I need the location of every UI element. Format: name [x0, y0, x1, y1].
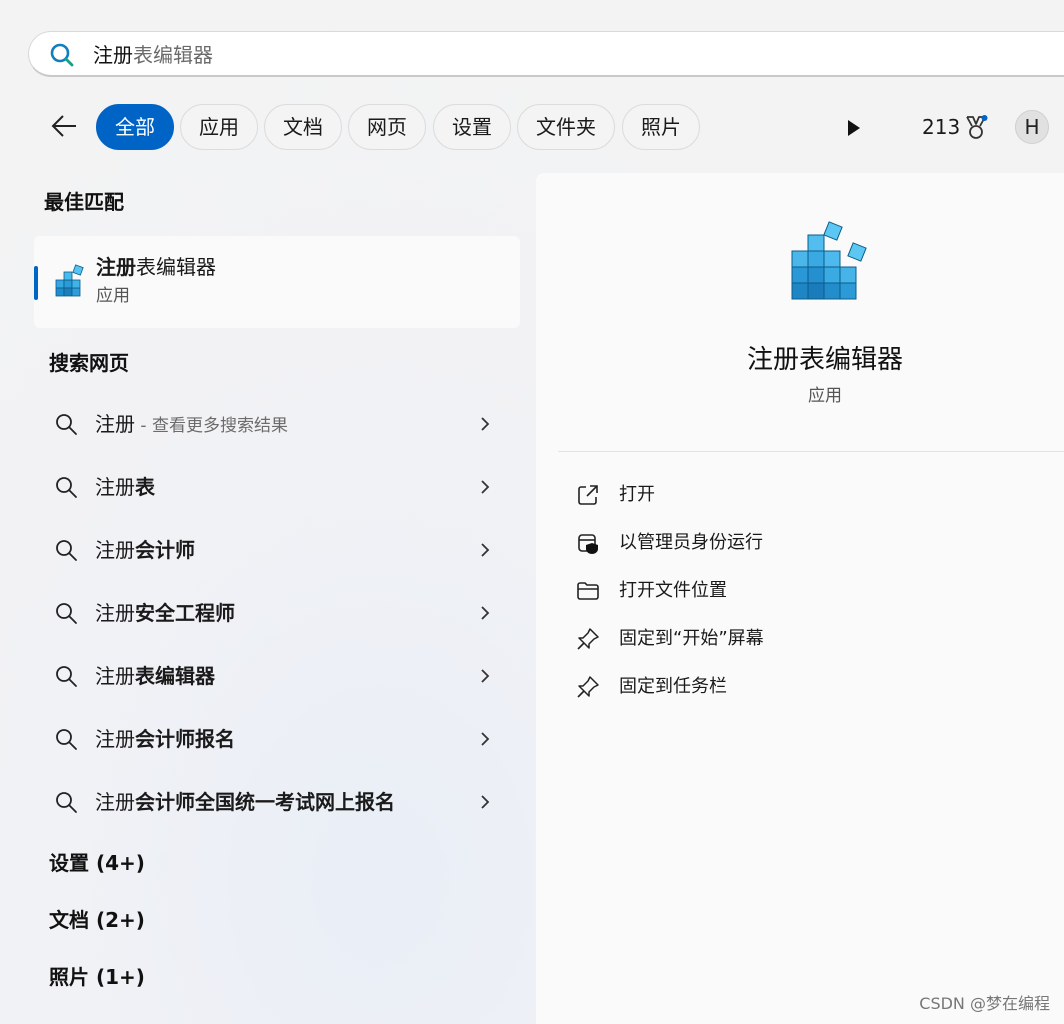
web-suggestion[interactable]: 注册会计师全国统一考试网上报名 [40, 778, 510, 826]
tab-folders[interactable]: 文件夹 [517, 104, 615, 150]
detail-app-type: 应用 [808, 386, 842, 406]
web-suggestion[interactable]: 注册会计师报名 [40, 715, 510, 763]
detail-panel: 注册表编辑器 应用 打开 以管理员身份运行 打开文件位置 固定到“开始”屏幕 固… [536, 173, 1064, 1024]
web-suggestion[interactable]: 注册安全工程师 [40, 589, 510, 637]
suggestion-strong: 会计师 [135, 538, 195, 562]
action-run-as-admin[interactable]: 以管理员身份运行 [572, 523, 1052, 563]
suggestion-prefix: 注册 [95, 601, 135, 625]
search-query-suggested: 表编辑器 [133, 43, 213, 67]
chevron-right-icon [481, 480, 490, 494]
suggestion-prefix: 注册 [95, 412, 135, 436]
medal-icon[interactable] [962, 114, 990, 142]
search-box[interactable]: 注册表编辑器 [28, 31, 1064, 77]
best-match-result[interactable]: 注册表编辑器 应用 [34, 236, 520, 328]
registry-editor-icon [791, 221, 867, 300]
pin-icon [577, 676, 599, 698]
category-documents[interactable]: 文档 (2+) [49, 907, 145, 933]
web-suggestion-text: 注册会计师报名 [95, 725, 235, 755]
search-query-typed: 注册 [93, 43, 133, 67]
chevron-right-icon [481, 543, 490, 557]
best-match-heading: 最佳匹配 [44, 190, 124, 214]
suggestion-prefix: 注册 [95, 664, 135, 688]
rewards-points[interactable]: 213 [922, 114, 960, 140]
suggestion-strong: 表编辑器 [135, 664, 215, 688]
web-suggestion-text: 注册安全工程师 [95, 599, 235, 629]
detail-app-name: 注册表编辑器 [746, 345, 903, 375]
suggestion-strong: 会计师全国统一考试网上报名 [135, 790, 395, 814]
suggestion-prefix: 注册 [95, 538, 135, 562]
tab-documents[interactable]: 文档 [264, 104, 342, 150]
back-arrow-icon [51, 115, 76, 137]
search-icon [56, 729, 77, 750]
search-input[interactable]: 注册表编辑器 [93, 42, 213, 68]
suggestion-strong: 会计师报名 [135, 727, 235, 751]
web-suggestion[interactable]: 注册会计师 [40, 526, 510, 574]
action-label: 固定到“开始”屏幕 [619, 628, 764, 649]
suggestion-prefix: 注册 [95, 475, 135, 499]
search-icon [56, 666, 77, 687]
divider [558, 451, 1064, 452]
web-suggestion[interactable]: 注册 - 查看更多搜索结果 [40, 400, 510, 448]
avatar[interactable]: H [1015, 110, 1049, 144]
search-icon [56, 603, 77, 624]
chevron-right-icon [481, 417, 490, 431]
web-suggestion[interactable]: 注册表 [40, 463, 510, 511]
search-icon [56, 477, 77, 498]
action-pin-to-taskbar[interactable]: 固定到任务栏 [572, 667, 1052, 707]
web-suggestion-text: 注册会计师全国统一考试网上报名 [95, 788, 395, 818]
best-match-type: 应用 [96, 286, 130, 306]
action-label: 打开 [619, 484, 655, 505]
watermark: CSDN @梦在编程 [919, 994, 1050, 1013]
best-match-name: 注册表编辑器 [96, 254, 216, 280]
web-suggestion-text: 注册表编辑器 [95, 662, 215, 692]
action-label: 打开文件位置 [619, 580, 727, 601]
web-suggestion-text: 注册表 [95, 473, 155, 503]
chevron-right-icon [481, 606, 490, 620]
category-photos[interactable]: 照片 (1+) [49, 964, 145, 990]
tab-all[interactable]: 全部 [96, 104, 174, 150]
selection-indicator [34, 266, 38, 300]
tab-photos[interactable]: 照片 [622, 104, 700, 150]
search-web-heading: 搜索网页 [49, 351, 129, 375]
search-icon [56, 540, 77, 561]
chevron-right-icon [481, 669, 490, 683]
search-icon [56, 792, 77, 813]
suggestion-strong: 安全工程师 [135, 601, 235, 625]
play-icon[interactable] [845, 118, 863, 138]
search-icon [50, 43, 74, 67]
suggestion-hint: - 查看更多搜索结果 [135, 416, 288, 436]
back-button[interactable] [46, 108, 82, 144]
suggestion-prefix: 注册 [95, 727, 135, 751]
folder-icon [577, 582, 599, 600]
chevron-right-icon [481, 732, 490, 746]
best-match-name-rest: 表编辑器 [136, 255, 216, 279]
best-match-name-strong: 注册 [96, 255, 136, 279]
web-suggestion-text: 注册会计师 [95, 536, 195, 566]
suggestion-prefix: 注册 [95, 790, 135, 814]
action-open[interactable]: 打开 [572, 475, 1052, 515]
category-settings[interactable]: 设置 (4+) [49, 850, 145, 876]
open-external-icon [578, 485, 598, 505]
pin-icon [577, 628, 599, 650]
action-label: 固定到任务栏 [619, 676, 727, 697]
suggestion-strong: 表 [135, 475, 155, 499]
action-pin-to-start[interactable]: 固定到“开始”屏幕 [572, 619, 1052, 659]
tab-apps[interactable]: 应用 [180, 104, 258, 150]
action-label: 以管理员身份运行 [619, 532, 763, 553]
tab-settings[interactable]: 设置 [433, 104, 511, 150]
web-suggestion-text: 注册 - 查看更多搜索结果 [95, 410, 288, 440]
shield-admin-icon [578, 534, 598, 554]
registry-editor-icon [55, 264, 84, 297]
web-suggestion[interactable]: 注册表编辑器 [40, 652, 510, 700]
action-open-file-location[interactable]: 打开文件位置 [572, 571, 1052, 611]
tab-web[interactable]: 网页 [348, 104, 426, 150]
chevron-right-icon [481, 795, 490, 809]
search-icon [56, 414, 77, 435]
